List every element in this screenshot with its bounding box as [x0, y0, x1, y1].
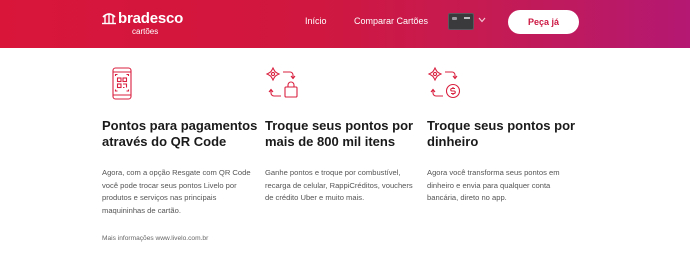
nav-link-compare-cards[interactable]: Comparar Cartões: [354, 16, 428, 26]
card-selector-thumbnail[interactable]: [448, 13, 474, 30]
order-card-button[interactable]: Peça já: [508, 10, 579, 34]
logo-subtitle: cartões: [132, 27, 159, 36]
exchange-money-icon: [427, 66, 461, 99]
card-brand-mark: [464, 17, 470, 19]
exchange-gift-icon: [265, 66, 298, 98]
qr-phone-icon: [112, 67, 132, 100]
nav-link-home[interactable]: Início: [305, 16, 327, 26]
logo-name: bradesco: [118, 10, 184, 27]
bradesco-tree-icon: [102, 13, 116, 25]
feature-title: Troque seus pontos por dinheiro: [427, 118, 576, 149]
more-info-link[interactable]: Mais informações www.livelo.com.br: [102, 235, 208, 242]
feature-title: Pontos para pagamentos através do QR Cod…: [102, 118, 258, 149]
feature-description: Agora você transforma seus pontos em din…: [427, 168, 560, 203]
card-chip: [452, 17, 457, 20]
feature-description: Agora, com a opção Resgate com QR Code v…: [102, 168, 251, 215]
chevron-down-icon[interactable]: [478, 17, 486, 23]
feature-description: Ganhe pontos e troque por combustível, r…: [265, 168, 413, 203]
feature-title: Troque seus pontos por mais de 800 mil i…: [265, 118, 414, 149]
top-navbar: bradesco cartões Início Comparar Cartões…: [0, 0, 690, 48]
